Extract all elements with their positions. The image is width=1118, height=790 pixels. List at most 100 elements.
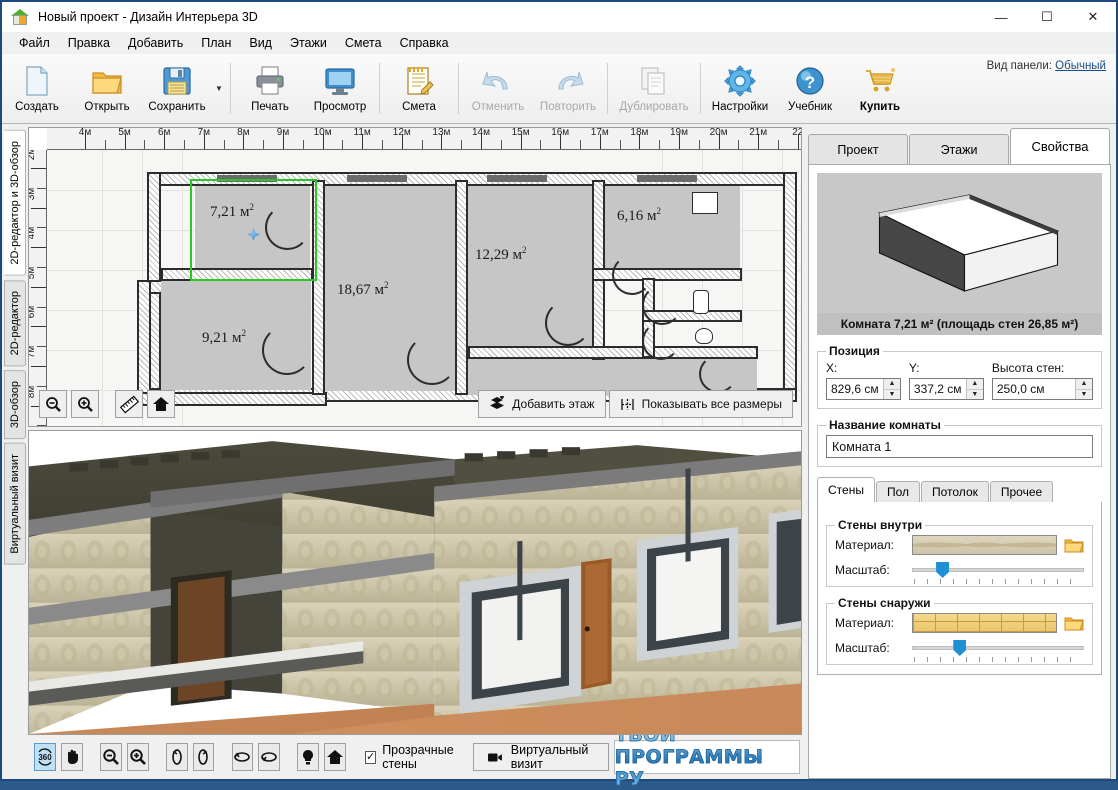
toolbar-button-print[interactable]: Печать [235, 54, 305, 123]
floor-plan-canvas[interactable]: 7,21 м2 9,21 м2 18,67 м2 12,29 м2 6,16 м… [47, 150, 801, 426]
tilt-forward-button[interactable] [258, 743, 281, 771]
add-floor-button[interactable]: Добавить этаж [478, 390, 606, 418]
svg-text:360: 360 [38, 753, 52, 762]
walls-outside-browse-icon[interactable] [1064, 615, 1084, 631]
value-x[interactable]: 829,6 см [827, 379, 883, 399]
plan-home-button[interactable] [147, 390, 175, 418]
slider-thumb[interactable] [936, 562, 950, 578]
pan-hand-button[interactable] [61, 743, 83, 771]
tilt-back-button[interactable] [231, 743, 254, 771]
spinner-arrows-wall-height: ▲ ▼ [1075, 379, 1092, 399]
field-wall-height: Высота стен: 250,0 см ▲ ▼ [991, 361, 1093, 400]
toolbar-button-duplicate[interactable]: Дублировать [612, 54, 696, 123]
plan-zoom-in-button[interactable] [71, 390, 99, 418]
menu-item-plan[interactable]: План [192, 33, 240, 53]
vtab-3d-overview[interactable]: 3D-обзор [4, 370, 26, 440]
duplicate-pages-icon [637, 64, 671, 98]
vtab-2d-editor[interactable]: 2D-редактор [4, 279, 26, 366]
spinner-down-icon[interactable]: ▼ [883, 389, 900, 399]
toolbar-button-estimate[interactable]: Смета [384, 54, 454, 123]
room-preview [817, 173, 1102, 313]
three-d-zoom-out-button[interactable] [99, 743, 122, 771]
toolbar-button-new[interactable]: Создать [2, 54, 72, 123]
walls-inside-material-swatch[interactable] [912, 535, 1057, 555]
plan-zoom-out-button[interactable] [39, 390, 67, 418]
toolbar-button-buy[interactable]: Купить [845, 54, 915, 123]
floor-plan-panel[interactable]: 4м 5м 6м 7м 8м 9м 10м 11м 12м 13м 14м 15м 16м 17м 18м 1… [28, 127, 802, 427]
transparent-walls-label: Прозрачные стены [382, 743, 454, 771]
properties-content: Комната 7,21 м² (площадь стен 26,85 м²) … [808, 164, 1111, 779]
menu-item-estimate[interactable]: Смета [336, 33, 391, 53]
walls-outside-material-swatch[interactable] [912, 613, 1057, 633]
save-dropdown-caret-icon[interactable]: ▼ [212, 84, 226, 93]
spinner-wall-height[interactable]: 250,0 см ▲ ▼ [991, 378, 1093, 400]
walls-outside-scale-slider[interactable] [912, 640, 1084, 662]
toolbar-label-new: Создать [15, 101, 59, 113]
surface-tabs: Стены Пол Потолок Прочее [817, 477, 1102, 502]
menu-item-add[interactable]: Добавить [119, 33, 192, 53]
slider-thumb[interactable] [953, 640, 967, 656]
spinner-down-icon[interactable]: ▼ [966, 389, 983, 399]
toolbar-button-tutorial[interactable]: ? Учебник [775, 54, 845, 123]
plan-measure-button[interactable] [115, 390, 143, 418]
spinner-up-icon[interactable]: ▲ [966, 379, 983, 390]
toolbar-button-redo[interactable]: Повторить [533, 54, 603, 123]
close-button[interactable]: ✕ [1070, 2, 1116, 32]
zoom-out-icon [45, 396, 61, 412]
rotate-right-button[interactable] [192, 743, 215, 771]
three-d-home-button[interactable] [324, 743, 346, 771]
value-wall-height[interactable]: 250,0 см [993, 379, 1075, 399]
three-d-viewport[interactable] [28, 430, 802, 735]
stab-walls[interactable]: Стены [817, 477, 875, 502]
menu-item-floors[interactable]: Этажи [281, 33, 336, 53]
show-all-sizes-button[interactable]: Показывать все размеры [608, 390, 793, 418]
tab-floors[interactable]: Этажи [909, 134, 1009, 164]
tab-properties[interactable]: Свойства [1010, 128, 1110, 164]
toolbar-button-undo[interactable]: Отменить [463, 54, 533, 123]
walls-outside-scale-label: Масштаб: [835, 641, 890, 655]
tab-project[interactable]: Проект [808, 134, 908, 164]
menu-item-view[interactable]: Вид [240, 33, 281, 53]
orbit-360-button[interactable]: 360 [34, 743, 56, 771]
toolbar-button-save[interactable]: Сохранить [142, 54, 212, 123]
panel-view-switcher: Вид панели: Обычный [987, 60, 1106, 72]
menu-item-edit[interactable]: Правка [59, 33, 119, 53]
lightbulb-icon [303, 750, 314, 765]
vtab-2d-and-3d[interactable]: 2D-редактор и 3D-обзор [4, 130, 26, 276]
value-y[interactable]: 337,2 см [910, 379, 966, 399]
maximize-button[interactable]: ☐ [1024, 2, 1070, 32]
rotate-left-button[interactable] [165, 743, 188, 771]
room-name-input[interactable]: Комната 1 [826, 435, 1093, 458]
main-body: 2D-редактор и 3D-обзор 2D-редактор 3D-об… [2, 124, 1116, 790]
menu-item-file[interactable]: Файл [10, 33, 59, 53]
toolbar-button-preview[interactable]: Просмотр [305, 54, 375, 123]
fixture-bathtub [693, 290, 709, 314]
lighting-button[interactable] [297, 743, 320, 771]
zoom-in-icon [130, 749, 146, 765]
gear-icon [723, 64, 757, 98]
stab-floor[interactable]: Пол [875, 481, 920, 502]
minimize-button[interactable]: — [978, 2, 1024, 32]
panel-view-link[interactable]: Обычный [1055, 60, 1106, 72]
room-preview-caption: Комната 7,21 м² (площадь стен 26,85 м²) [817, 313, 1102, 335]
spinner-up-icon[interactable]: ▲ [883, 379, 900, 390]
walls-inside-scale-slider[interactable] [912, 562, 1084, 584]
stab-ceiling[interactable]: Потолок [921, 481, 989, 502]
virtual-visit-button[interactable]: Виртуальный визит [473, 743, 609, 771]
vtab-virtual-visit[interactable]: Виртуальный визит [4, 443, 26, 565]
show-all-sizes-label: Показывать все размеры [641, 397, 782, 411]
toolbar-label-buy: Купить [859, 101, 901, 113]
toolbar-label-open: Открыть [84, 101, 130, 113]
spinner-x[interactable]: 829,6 см ▲ ▼ [826, 378, 901, 400]
stab-other[interactable]: Прочее [989, 481, 1054, 502]
spinner-up-icon[interactable]: ▲ [1076, 379, 1092, 390]
walls-inside-browse-icon[interactable] [1064, 537, 1084, 553]
toolbar-button-open[interactable]: Открыть [72, 54, 142, 123]
transparent-walls-checkbox[interactable]: ✓ Прозрачные стены [364, 743, 456, 771]
spinner-down-icon[interactable]: ▼ [1076, 389, 1092, 399]
menu-item-help[interactable]: Справка [391, 33, 458, 53]
three-d-zoom-in-button[interactable] [126, 743, 149, 771]
horizontal-ruler: 4м 5м 6м 7м 8м 9м 10м 11м 12м 13м 14м 15м 16м 17м 18м 1… [47, 128, 801, 150]
spinner-y[interactable]: 337,2 см ▲ ▼ [908, 378, 984, 400]
toolbar-button-settings[interactable]: Настройки [705, 54, 775, 123]
